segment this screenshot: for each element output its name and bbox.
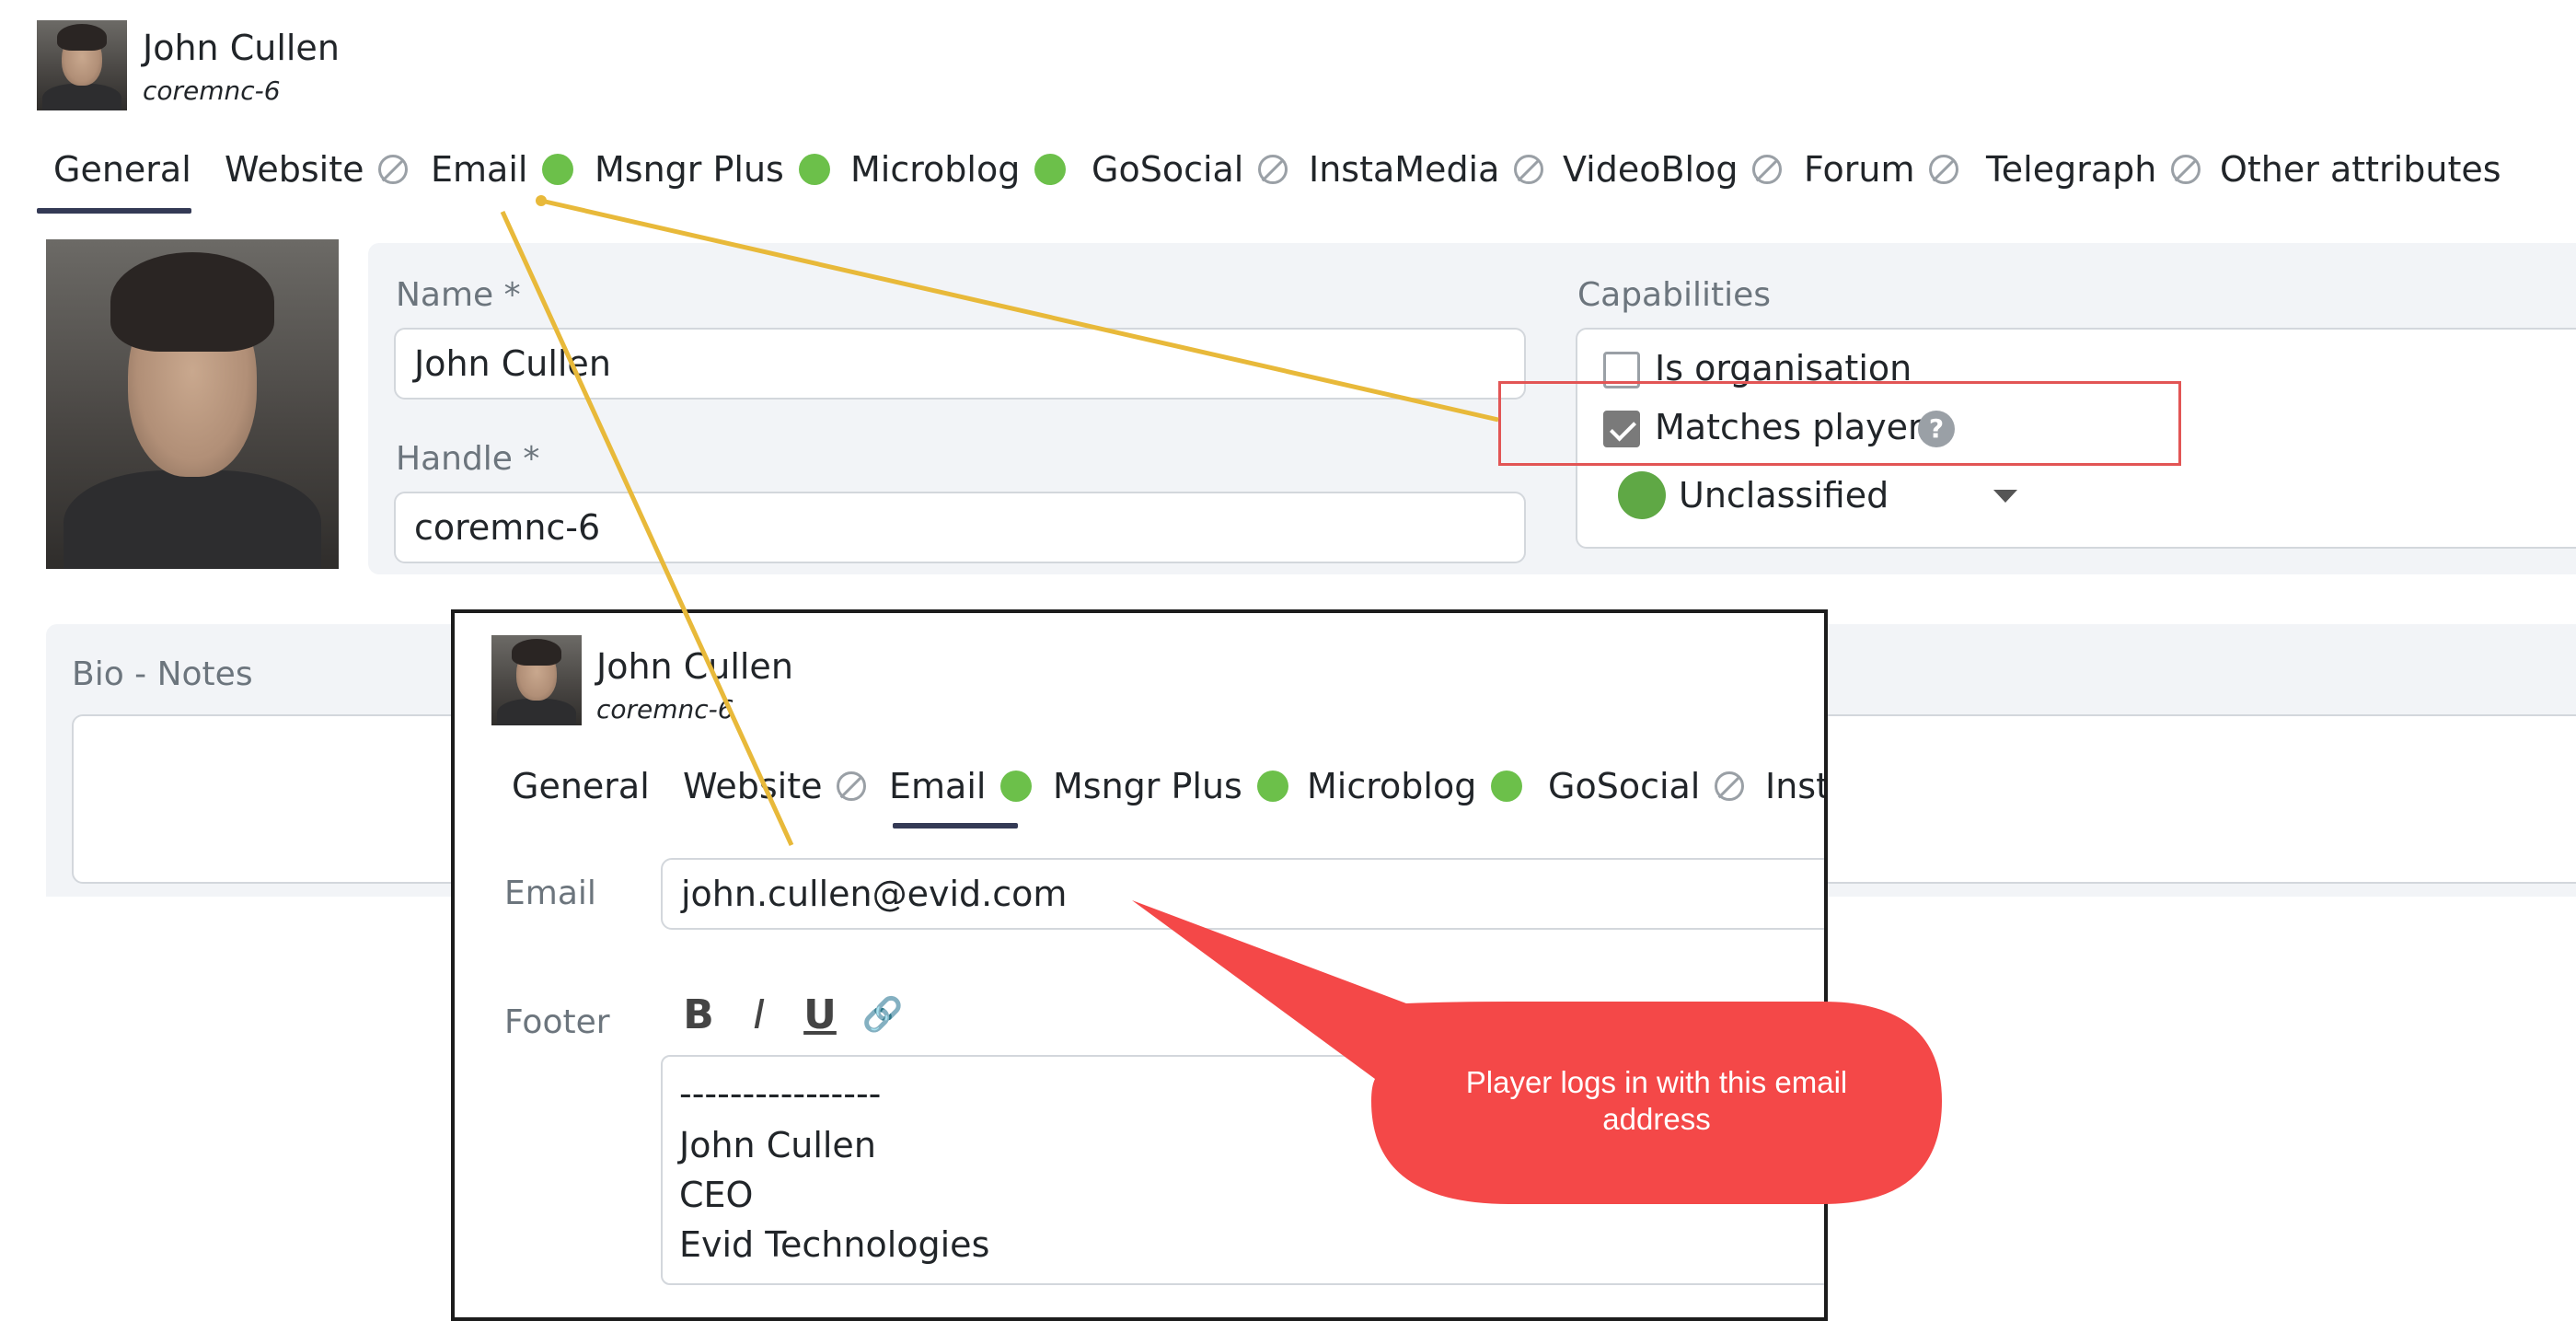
arrow-to-matches-player xyxy=(540,198,1499,423)
arrow-origin xyxy=(536,195,547,206)
callout-bubble xyxy=(1132,900,1942,1204)
arrow-to-email-tab xyxy=(500,210,794,847)
annotation-overlay xyxy=(500,195,1942,1204)
callout-text: Player logs in with this email address xyxy=(1465,1065,1848,1136)
